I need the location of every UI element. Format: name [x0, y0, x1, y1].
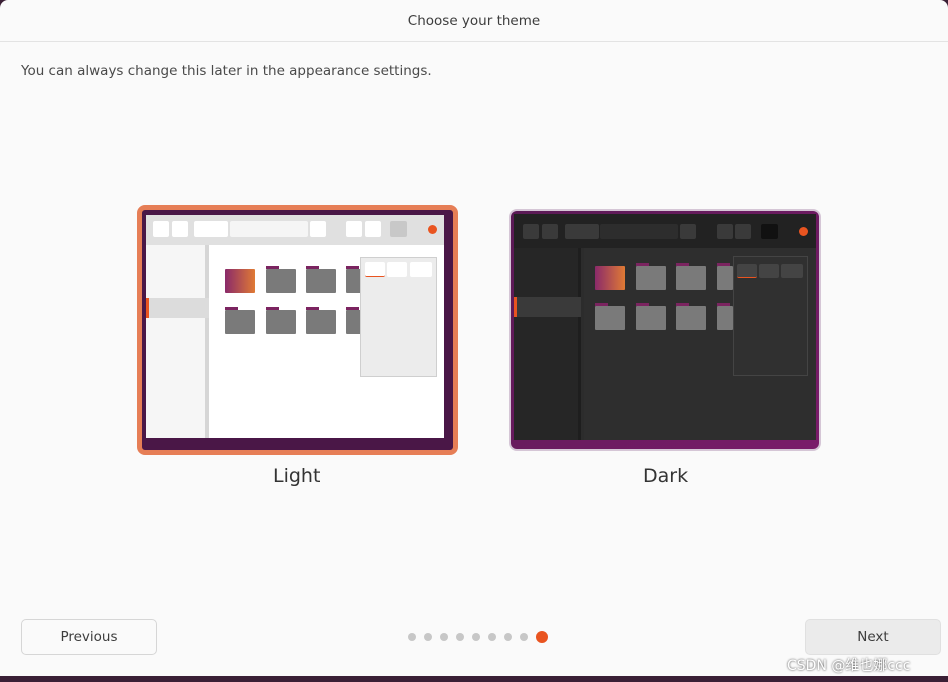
theme-label-light: Light: [273, 465, 321, 487]
folder-icon: [676, 303, 706, 330]
folder-icon: [636, 263, 666, 290]
page-dot: [520, 633, 528, 641]
next-button[interactable]: Next: [805, 619, 941, 655]
preview-toolbar: [146, 215, 444, 245]
folder-icon: [266, 266, 296, 293]
preview-sidebar-selected: [146, 298, 209, 318]
preview-sidebar: [146, 245, 209, 438]
page-dot: [472, 633, 480, 641]
preview-popover: [733, 256, 808, 376]
folder-icon: [595, 303, 625, 330]
preview-toolbar: [514, 214, 816, 248]
folder-icon: [676, 263, 706, 290]
page-indicator: [408, 630, 548, 644]
watermark-text: CSDN @维也娜ccc: [787, 658, 911, 674]
preview-sidebar: [514, 248, 581, 440]
theme-option-dark[interactable]: [509, 209, 821, 451]
page-dot: [424, 633, 432, 641]
folder-icon: [595, 266, 625, 290]
page-dot-current: [536, 631, 548, 643]
installer-window: Choose your theme You can always change …: [0, 0, 948, 676]
preview-popover: [360, 257, 437, 377]
folder-icon: [717, 263, 733, 290]
folder-icon: [306, 266, 336, 293]
folder-icon: [266, 307, 296, 334]
page-dot: [408, 633, 416, 641]
page-dot: [504, 633, 512, 641]
theme-option-light[interactable]: [137, 205, 458, 455]
folder-icon: [225, 269, 255, 293]
folder-icon: [225, 307, 255, 334]
preview-accent-bar: [514, 297, 517, 317]
page-dot: [488, 633, 496, 641]
page-subtitle: You can always change this later in the …: [21, 63, 432, 79]
page-dot: [440, 633, 448, 641]
window-title: Choose your theme: [0, 0, 948, 42]
page-dot: [456, 633, 464, 641]
preview-sidebar-selected: [514, 297, 581, 317]
preview-accent-bar: [146, 298, 149, 318]
folder-icon: [636, 303, 666, 330]
light-theme-preview: [146, 215, 444, 438]
folder-icon: [717, 303, 733, 330]
previous-button[interactable]: Previous: [21, 619, 157, 655]
folder-icon: [306, 307, 336, 334]
theme-label-dark: Dark: [643, 465, 689, 487]
dark-theme-preview: [514, 214, 816, 440]
